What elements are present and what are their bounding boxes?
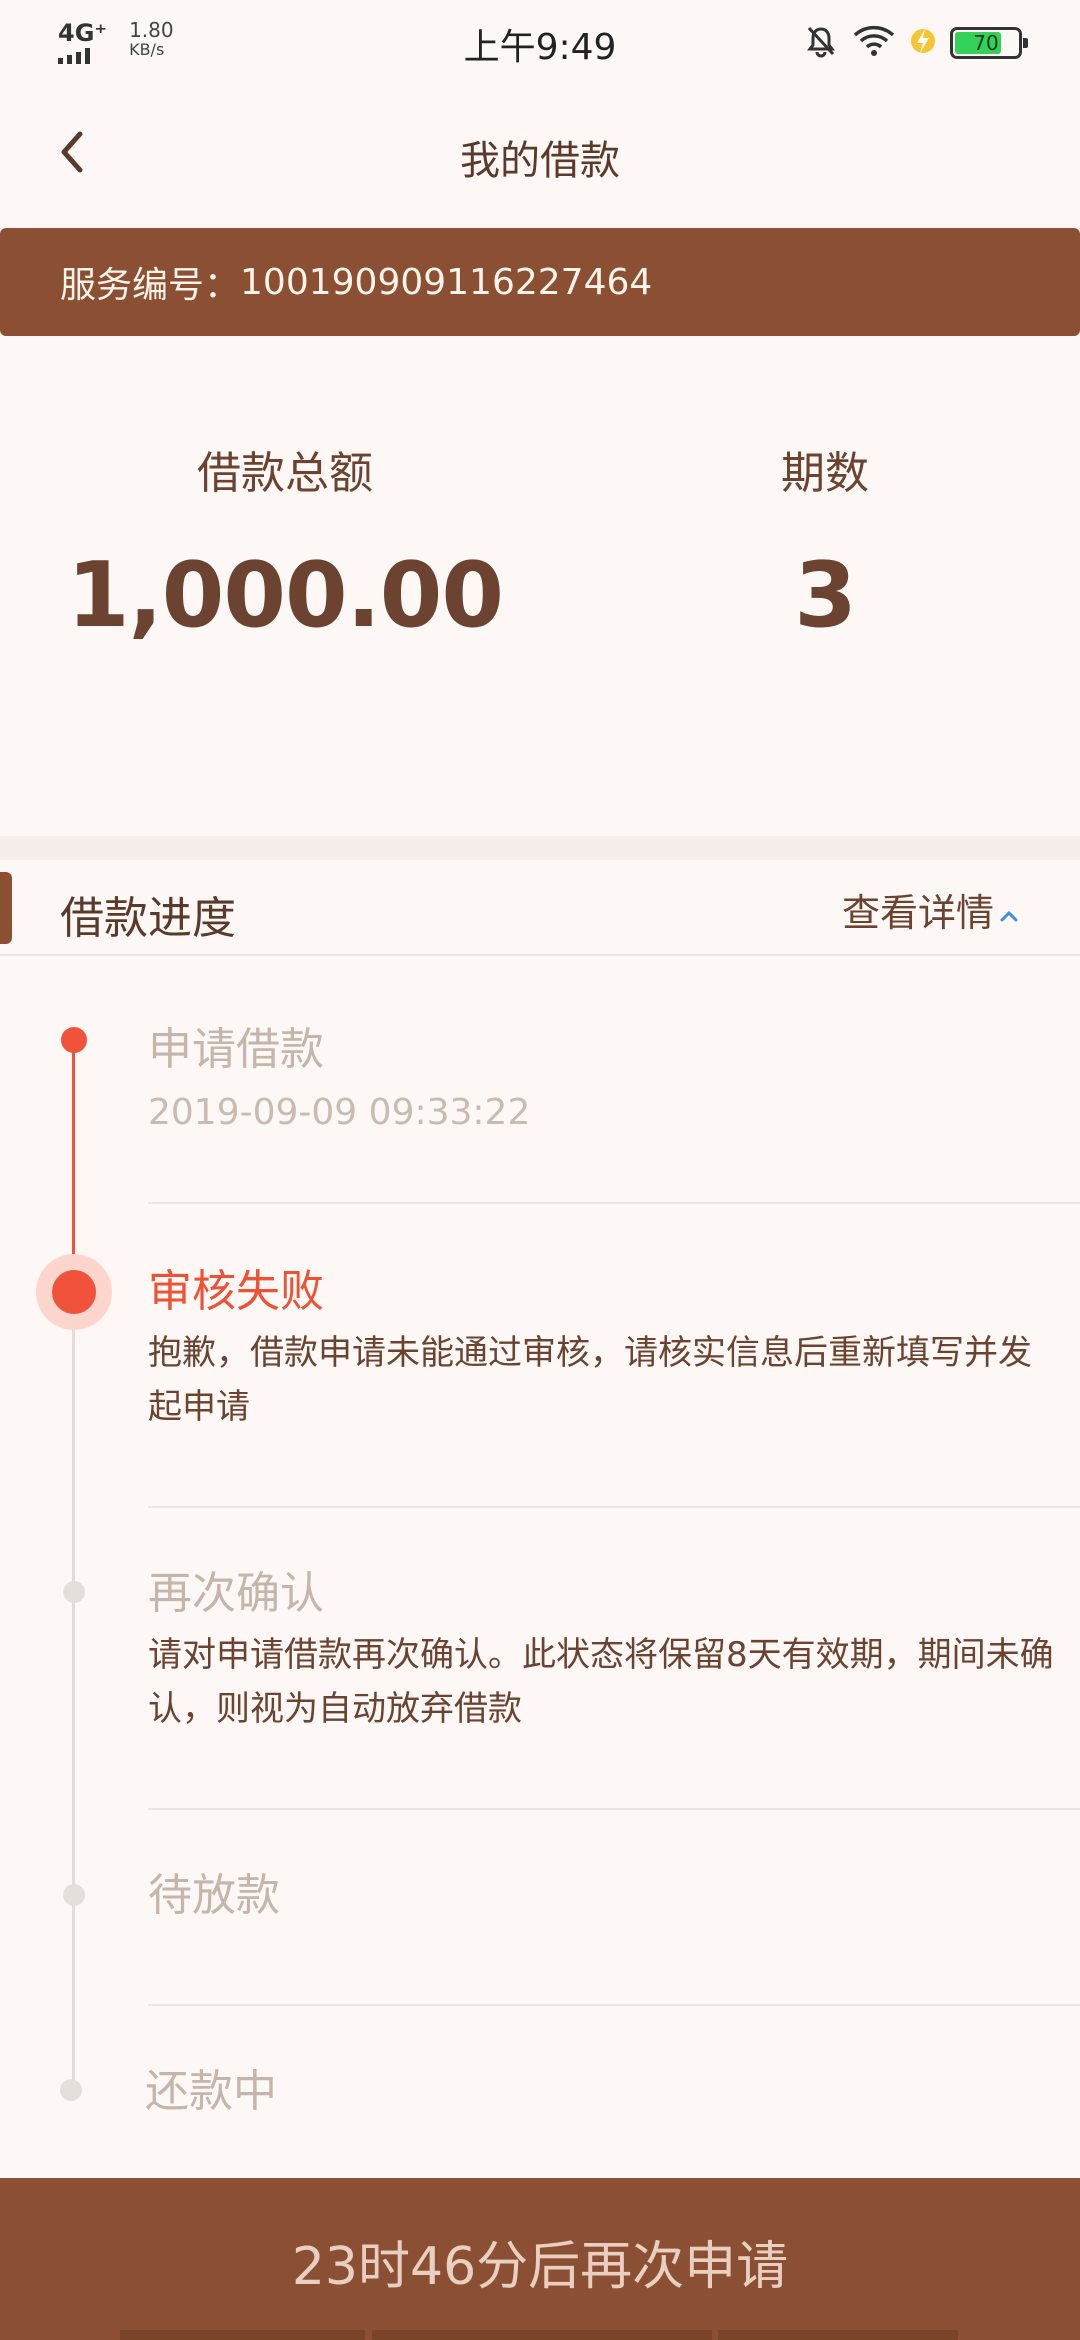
step-separator — [148, 2004, 1080, 2006]
step-separator — [148, 1808, 1080, 1810]
battery-icon: 70 — [950, 27, 1028, 59]
loan-amount-block: 借款总额 1,000.00 — [40, 446, 530, 646]
loan-periods-value: 3 — [794, 543, 857, 648]
service-number-value: 100190909116227464 — [240, 261, 653, 303]
section-divider — [0, 836, 1080, 860]
loan-amount-value: 1,000.00 — [66, 543, 504, 648]
step-title: 还款中 — [145, 2066, 277, 2117]
timeline-step-reconfirm: 再次确认 请对申请借款再次确认。此状态将保留8天有效期，期间未确认，则视为自动放… — [148, 1566, 1054, 1736]
status-icons: 70 — [804, 24, 1028, 62]
step-title: 申请借款 — [148, 1024, 324, 1075]
page-title: 我的借款 — [460, 138, 620, 184]
loan-periods-label: 期数 — [781, 448, 869, 499]
view-details-label: 查看详情 — [841, 891, 994, 935]
step-title: 审核失败 — [148, 1266, 324, 1317]
service-number-label: 服务编号： — [60, 265, 241, 306]
view-details-link[interactable]: 查看详情 — [842, 882, 1018, 937]
loan-summary: 借款总额 1,000.00 期数 3 — [0, 336, 1080, 836]
charging-icon — [910, 24, 936, 62]
reapply-countdown-label: 23时46分后再次申请 — [291, 2237, 789, 2297]
step-dot-pending — [60, 2079, 82, 2101]
battery-level: 70 — [973, 31, 999, 55]
step-dot-pending — [63, 1581, 85, 1603]
timeline-step-awaiting-disbursement: 待放款 — [148, 1868, 1048, 1924]
step-dot-current — [52, 1270, 96, 1314]
wifi-icon — [852, 24, 896, 62]
loan-amount-label: 借款总额 — [197, 448, 373, 499]
step-description: 抱歉，借款申请未能通过审核，请核实信息后重新填写并发起申请 — [148, 1333, 1032, 1427]
step-separator — [148, 1202, 1080, 1204]
bottom-edge-strip — [0, 2330, 1080, 2340]
timeline-step-review-failed: 审核失败 抱歉，借款申请未能通过审核，请核实信息后重新填写并发起申请 — [148, 1264, 1048, 1434]
timeline-step-apply: 申请借款 2019-09-09 09:33:22 — [148, 1022, 1048, 1140]
loan-periods-block: 期数 3 — [620, 446, 1030, 646]
status-bar: 4G⁺ 1.80 KB/s 上午9:49 70 — [0, 0, 1080, 84]
step-dot-pending — [63, 1884, 85, 1906]
timeline-step-repaying: 还款中 — [145, 2064, 1045, 2120]
reapply-countdown-button[interactable]: 23时46分后再次申请 — [0, 2178, 1080, 2340]
chevron-up-icon — [1000, 888, 1018, 932]
service-number-banner: 服务编号： 100190909116227464 — [0, 228, 1080, 336]
step-title: 再次确认 — [148, 1568, 324, 1619]
nav-bar: 我的借款 — [0, 84, 1080, 226]
section-marker — [0, 872, 12, 944]
step-timestamp: 2019-09-09 09:33:22 — [148, 1092, 531, 1133]
step-description: 请对申请借款再次确认。此状态将保留8天有效期，期间未确认，则视为自动放弃借款 — [148, 1635, 1054, 1729]
step-dot-completed — [61, 1027, 87, 1053]
progress-header: 借款进度 查看详情 — [0, 860, 1080, 956]
step-title: 待放款 — [148, 1870, 280, 1921]
progress-timeline: 申请借款 2019-09-09 09:33:22 审核失败 抱歉，借款申请未能通… — [0, 956, 1080, 2176]
loan-detail-screen: 4G⁺ 1.80 KB/s 上午9:49 70 我的借款 服务编号： 10019… — [0, 0, 1080, 2340]
step-separator — [148, 1506, 1080, 1508]
mute-bell-icon — [804, 24, 838, 62]
progress-title: 借款进度 — [60, 893, 236, 944]
